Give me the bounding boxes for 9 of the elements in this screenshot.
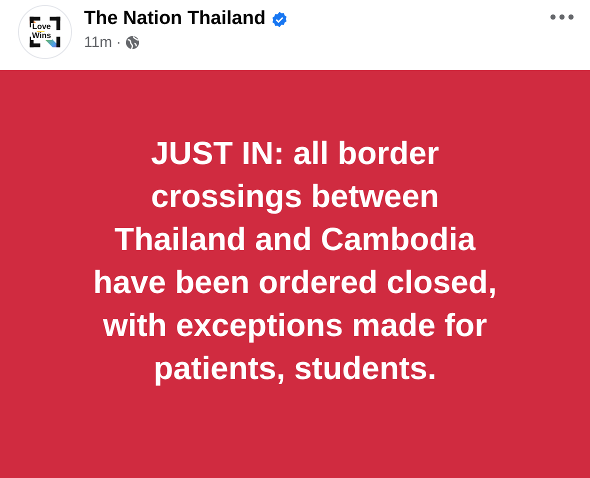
avatar[interactable]: Love Wins [18, 5, 72, 59]
logo-text: Wins [31, 32, 52, 40]
logo-text: Love [31, 23, 52, 31]
post-text: JUST IN: all border crossings between Thailand and Cambodia have been ordered closed, with exceptions made for patients, students. [93, 134, 497, 388]
globe-icon[interactable] [125, 35, 140, 50]
page-name[interactable]: The Nation Thailand [84, 8, 266, 30]
separator-dot: · [116, 34, 122, 51]
more-options-icon[interactable] [548, 12, 576, 22]
post-time[interactable]: 11m [84, 34, 112, 51]
